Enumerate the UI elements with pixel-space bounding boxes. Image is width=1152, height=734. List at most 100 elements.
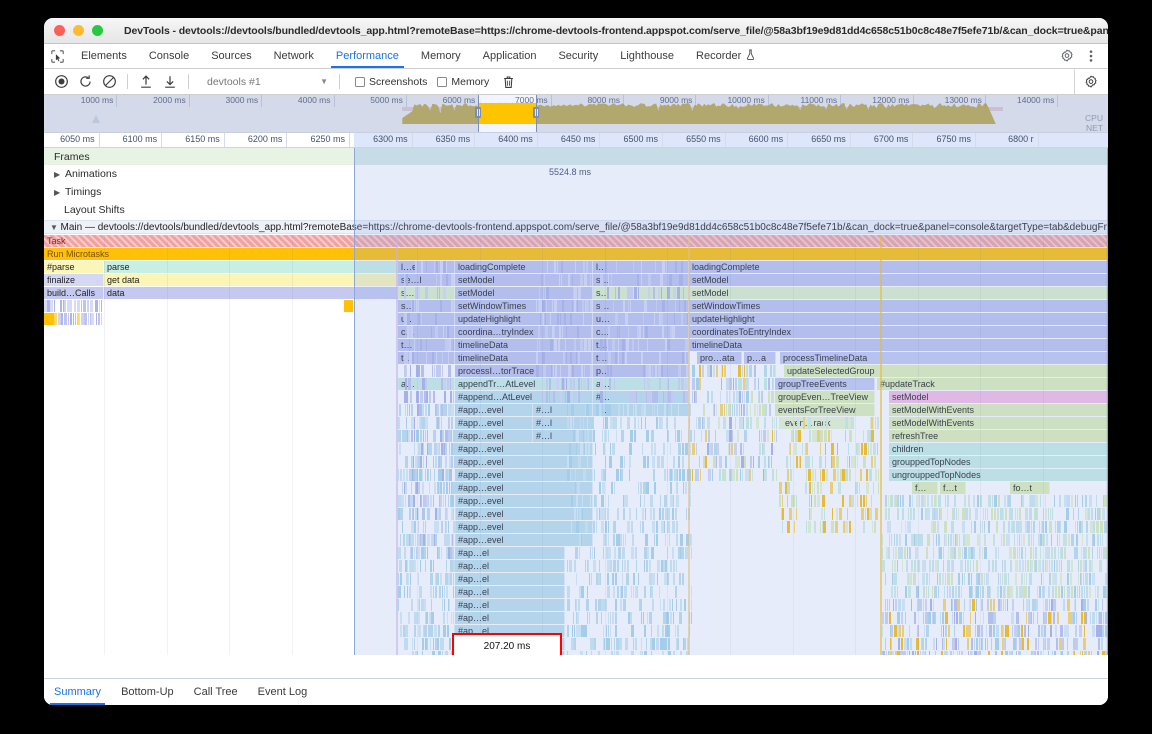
flame-micro-bars[interactable] bbox=[882, 651, 1108, 655]
flame-micro-bars[interactable] bbox=[600, 391, 688, 403]
flame-micro-bars[interactable] bbox=[44, 300, 102, 312]
flame-bar[interactable]: #ap…el bbox=[455, 599, 565, 611]
flame-bar[interactable]: Task bbox=[44, 235, 1108, 247]
flame-micro-bars[interactable] bbox=[567, 417, 692, 429]
tab-recorder[interactable]: Recorder bbox=[685, 44, 766, 68]
flame-micro-bars[interactable] bbox=[567, 495, 692, 507]
drawer-tab-bottom-up[interactable]: Bottom-Up bbox=[111, 679, 184, 705]
flame-bar[interactable]: coordinatesToEntryIndex bbox=[689, 326, 1108, 338]
flame-micro-bars[interactable] bbox=[398, 599, 456, 611]
flame-micro-bars[interactable] bbox=[567, 651, 692, 655]
tab-console[interactable]: Console bbox=[138, 44, 200, 68]
track-layout-shifts[interactable]: Layout Shifts bbox=[44, 202, 1108, 218]
flame-micro-bars[interactable] bbox=[779, 417, 879, 429]
flame-bar[interactable]: #app…evel bbox=[455, 430, 533, 442]
gear-icon[interactable] bbox=[1057, 46, 1077, 66]
flame-micro-bars[interactable] bbox=[567, 482, 692, 494]
flame-micro-bars[interactable] bbox=[882, 599, 1108, 611]
flame-micro-bars[interactable] bbox=[567, 508, 692, 520]
flame-micro-bars[interactable] bbox=[882, 508, 1108, 520]
flame-micro-bars[interactable] bbox=[567, 586, 692, 598]
flame-micro-bars[interactable] bbox=[398, 612, 456, 624]
flame-bar[interactable]: ungrouppedTopNodes bbox=[889, 469, 1108, 481]
chevron-down-icon[interactable]: ▼ bbox=[50, 223, 60, 232]
flame-micro-bars[interactable] bbox=[567, 599, 692, 611]
flame-bar[interactable]: children bbox=[889, 443, 1108, 455]
flame-micro-bars[interactable] bbox=[398, 573, 456, 585]
flame-micro-bars[interactable] bbox=[536, 313, 592, 325]
flame-micro-bars[interactable] bbox=[882, 638, 1108, 650]
flame-micro-bars[interactable] bbox=[398, 625, 456, 637]
memory-checkbox[interactable]: Memory bbox=[437, 76, 489, 88]
flame-micro-bars[interactable] bbox=[779, 508, 879, 520]
track-timings[interactable]: ▶Timings bbox=[44, 184, 1108, 200]
tab-sources[interactable]: Sources bbox=[200, 44, 262, 68]
overview-window-handle-left[interactable] bbox=[475, 107, 481, 118]
flame-micro-bars[interactable] bbox=[536, 378, 592, 390]
flame-micro-bars[interactable] bbox=[882, 521, 1108, 533]
flame-micro-bars[interactable] bbox=[779, 430, 879, 442]
flame-bar[interactable]: #ap…el bbox=[455, 560, 565, 572]
flame-bar[interactable] bbox=[44, 313, 54, 325]
flame-micro-bars[interactable] bbox=[404, 287, 454, 299]
flame-bar[interactable] bbox=[344, 300, 353, 312]
flame-micro-bars[interactable] bbox=[600, 274, 688, 286]
flame-micro-bars[interactable] bbox=[398, 469, 456, 481]
flame-micro-bars[interactable] bbox=[692, 469, 777, 481]
flame-bar[interactable]: grouppedTopNodes bbox=[889, 456, 1108, 468]
flame-micro-bars[interactable] bbox=[404, 352, 454, 364]
flame-micro-bars[interactable] bbox=[398, 586, 456, 598]
flame-micro-bars[interactable] bbox=[567, 469, 692, 481]
flame-micro-bars[interactable] bbox=[398, 651, 456, 655]
flame-micro-bars[interactable] bbox=[692, 365, 777, 377]
trash-icon[interactable] bbox=[497, 71, 519, 93]
flame-micro-bars[interactable] bbox=[567, 573, 692, 585]
flame-micro-bars[interactable] bbox=[536, 300, 592, 312]
flame-bar[interactable]: #ap…el bbox=[455, 612, 565, 624]
timeline-overview[interactable]: 1000 ms2000 ms3000 ms4000 ms5000 ms6000 … bbox=[44, 95, 1108, 133]
flame-bar[interactable]: updateHighlight bbox=[689, 313, 1108, 325]
flame-bar[interactable]: eventsForTreeView bbox=[775, 404, 875, 416]
flame-micro-bars[interactable] bbox=[692, 404, 777, 416]
flame-bar[interactable]: setModel bbox=[889, 391, 1108, 403]
flame-micro-bars[interactable] bbox=[404, 261, 454, 273]
tab-elements[interactable]: Elements bbox=[70, 44, 138, 68]
flame-micro-bars[interactable] bbox=[404, 339, 454, 351]
flame-micro-bars[interactable] bbox=[692, 391, 777, 403]
flame-micro-bars[interactable] bbox=[398, 508, 456, 520]
reload-record-icon[interactable] bbox=[74, 71, 96, 93]
tab-memory[interactable]: Memory bbox=[410, 44, 472, 68]
flame-micro-bars[interactable] bbox=[882, 625, 1108, 637]
tab-application[interactable]: Application bbox=[472, 44, 548, 68]
flame-micro-bars[interactable] bbox=[882, 612, 1108, 624]
flame-bar[interactable]: processTimelineData bbox=[780, 352, 1108, 364]
flame-micro-bars[interactable] bbox=[404, 391, 454, 403]
drawer-tab-event-log[interactable]: Event Log bbox=[248, 679, 318, 705]
flame-bar[interactable]: fo…t bbox=[1010, 482, 1050, 494]
flame-micro-bars[interactable] bbox=[536, 365, 592, 377]
flame-bar[interactable]: groupEven…TreeView bbox=[775, 391, 875, 403]
upload-arrow-icon[interactable] bbox=[135, 71, 157, 93]
flame-micro-bars[interactable] bbox=[779, 521, 879, 533]
kebab-menu-icon[interactable] bbox=[1081, 46, 1101, 66]
flame-micro-bars[interactable] bbox=[398, 521, 456, 533]
flame-bar[interactable]: setModelWithEvents bbox=[889, 417, 1108, 429]
tab-lighthouse[interactable]: Lighthouse bbox=[609, 44, 685, 68]
flame-micro-bars[interactable] bbox=[779, 443, 879, 455]
flame-bar[interactable]: timelineData bbox=[689, 339, 1108, 351]
flame-micro-bars[interactable] bbox=[398, 495, 456, 507]
flame-micro-bars[interactable] bbox=[404, 300, 454, 312]
flame-micro-bars[interactable] bbox=[692, 456, 777, 468]
flame-micro-bars[interactable] bbox=[398, 547, 456, 559]
track-frames[interactable]: Frames 5524.8 ms bbox=[44, 148, 1108, 165]
timeline-tracks[interactable]: Frames 5524.8 ms ▶Animations ▶Timings La… bbox=[44, 148, 1108, 655]
flame-micro-bars[interactable] bbox=[567, 430, 692, 442]
flame-micro-bars[interactable] bbox=[692, 430, 777, 442]
flame-micro-bars[interactable] bbox=[398, 638, 456, 650]
flame-micro-bars[interactable] bbox=[882, 495, 1108, 507]
overview-window-handle-right[interactable] bbox=[533, 107, 539, 118]
flame-micro-bars[interactable] bbox=[404, 378, 454, 390]
track-main-header[interactable]: ▼ Main — devtools://devtools/bundled/dev… bbox=[44, 220, 1108, 234]
flame-micro-bars[interactable] bbox=[398, 443, 456, 455]
main-flame-chart[interactable]: TaskRun Microtasks#parseparsel…eloadingC… bbox=[44, 235, 1108, 655]
